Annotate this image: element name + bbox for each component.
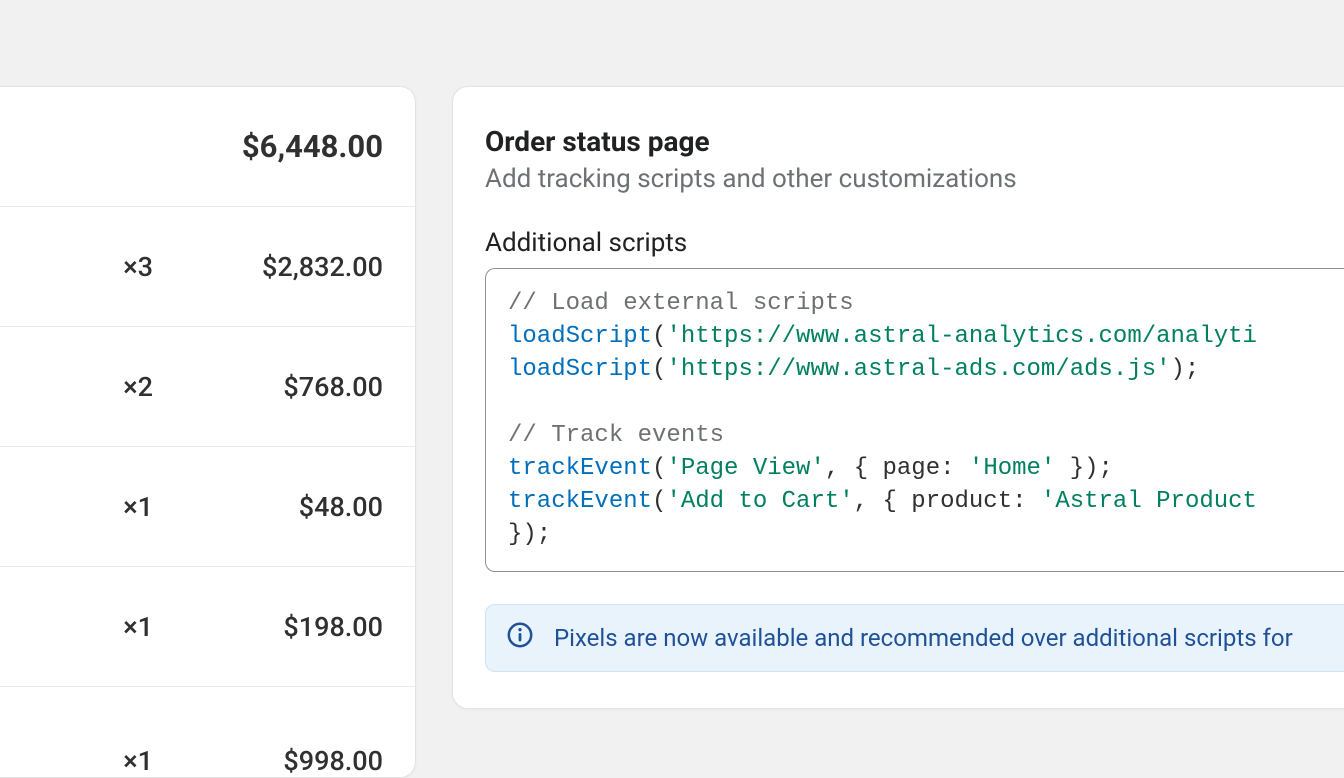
info-icon (506, 621, 534, 655)
code-string: 'Add to Cart' (666, 488, 853, 515)
line-qty: ×1 (105, 745, 153, 777)
line-qty: ×1 (105, 491, 153, 523)
line-price: $48.00 (223, 491, 383, 523)
code-punct: ( (652, 488, 666, 515)
code-punct: , (825, 455, 854, 482)
code-punct: , (854, 488, 883, 515)
code-punct: }); (508, 521, 551, 548)
code-comment: // Load external scripts (508, 290, 854, 317)
code-punct: ); (1171, 356, 1200, 383)
banner-text: Pixels are now available and recommended… (554, 624, 1293, 652)
line-qty: ×3 (105, 251, 153, 283)
order-total: $6,448.00 (223, 128, 383, 165)
additional-scripts-label: Additional scripts (485, 228, 1344, 258)
additional-scripts-input[interactable]: // Load external scripts loadScript('htt… (485, 268, 1344, 572)
line-price: $2,832.00 (223, 251, 383, 283)
code-punct: ( (652, 323, 666, 350)
code-punct: { (854, 455, 883, 482)
code-comment: // Track events (508, 422, 724, 449)
order-summary-card: $6,448.00 ×3 $2,832.00 ×2 $768.00 ×1 $48… (0, 86, 416, 778)
code-punct: ( (652, 356, 666, 383)
code-fn: loadScript (508, 356, 652, 383)
order-line-row: ×2 $768.00 (0, 327, 415, 447)
code-fn: trackEvent (508, 455, 652, 482)
code-fn: loadScript (508, 323, 652, 350)
order-status-settings-card: Order status page Add tracking scripts a… (452, 86, 1344, 709)
code-string: 'https://www.astral-analytics.com/analyt… (666, 323, 1257, 350)
line-price: $998.00 (223, 745, 383, 777)
line-qty: ×2 (105, 371, 153, 403)
code-string: 'Home' (969, 455, 1055, 482)
line-price: $768.00 (223, 371, 383, 403)
code-string: 'Astral Product (1041, 488, 1257, 515)
code-fn: trackEvent (508, 488, 652, 515)
code-key: page: (883, 455, 955, 482)
order-line-row: ×1 $198.00 (0, 567, 415, 687)
section-title: Order status page (485, 125, 1344, 158)
code-string: 'Page View' (666, 455, 824, 482)
section-subtitle: Add tracking scripts and other customiza… (485, 164, 1344, 194)
line-price: $198.00 (223, 611, 383, 643)
code-punct: ( (652, 455, 666, 482)
code-punct: } (1055, 455, 1084, 482)
order-line-row: ×3 $2,832.00 (0, 207, 415, 327)
code-key: product: (911, 488, 1026, 515)
order-line-row: ×1 $998.00 (0, 687, 415, 777)
order-total-row: $6,448.00 (0, 87, 415, 207)
order-line-row: ×1 $48.00 (0, 447, 415, 567)
code-punct: ); (1084, 455, 1113, 482)
code-punct: { (882, 488, 911, 515)
line-qty: ×1 (105, 611, 153, 643)
code-string: 'https://www.astral-ads.com/ads.js' (666, 356, 1170, 383)
pixels-info-banner: Pixels are now available and recommended… (485, 604, 1344, 672)
